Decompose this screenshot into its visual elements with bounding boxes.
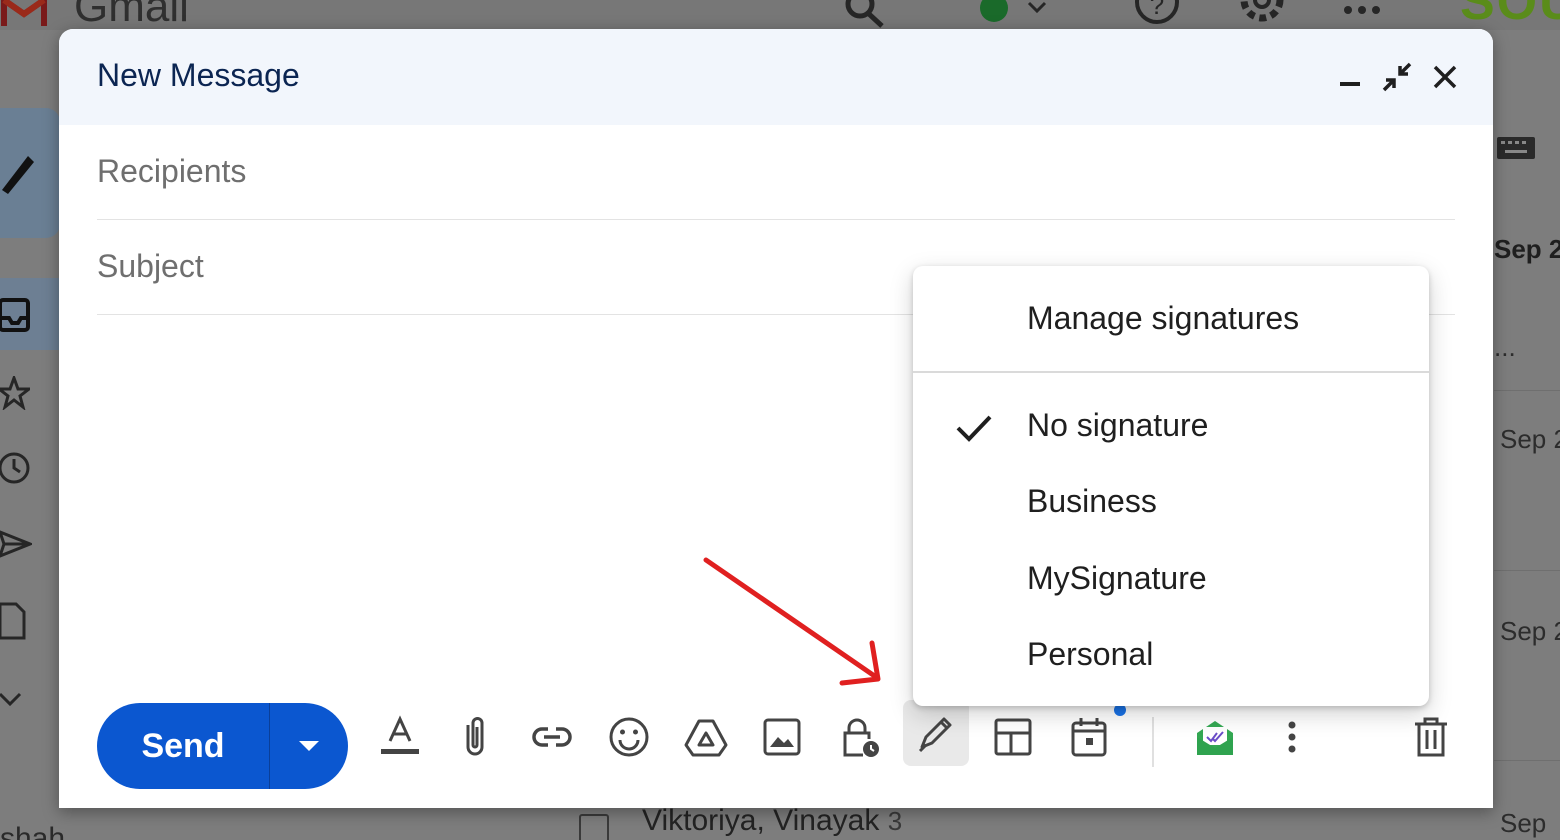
mailtrack-button[interactable] — [1185, 705, 1245, 769]
insert-emoji-button[interactable] — [599, 705, 659, 769]
formatting-options-icon — [381, 715, 419, 754]
layouts-icon — [994, 718, 1032, 756]
send-icon[interactable] — [0, 528, 32, 560]
emoji-icon — [609, 717, 649, 757]
compose-header: New Message — [59, 29, 1493, 125]
brand-logo: SOU — [1460, 0, 1560, 31]
signature-option-mysignature[interactable]: MySignature — [913, 544, 1429, 614]
compose-toolbar: Send — [59, 697, 1493, 797]
drafts-icon[interactable] — [0, 602, 28, 640]
row-sender: Viktoriya, Vinayak 3 — [642, 804, 902, 838]
close-icon — [1433, 65, 1457, 89]
compose-title: New Message — [97, 57, 300, 93]
exit-fullscreen-icon — [1382, 62, 1412, 92]
snippet-ellipsis: ... — [1494, 332, 1516, 362]
manage-signatures-item[interactable]: Manage signatures — [913, 284, 1429, 354]
exit-fullscreen-button[interactable] — [1375, 55, 1419, 99]
apps-grid-icon[interactable] — [1340, 0, 1384, 28]
layouts-button[interactable] — [983, 705, 1043, 769]
star-icon[interactable] — [0, 376, 30, 410]
attach-file-icon — [466, 717, 484, 756]
clock-icon[interactable] — [0, 450, 32, 486]
status-dot-icon[interactable] — [980, 0, 1008, 22]
insert-photo-icon — [763, 718, 801, 756]
send-button-group: Send — [97, 703, 348, 789]
gmail-left-rail — [0, 100, 60, 840]
confidential-mode-button[interactable] — [829, 705, 889, 769]
thread-count: 3 — [887, 806, 903, 836]
row-divider — [1494, 390, 1560, 391]
discard-draft-button[interactable] — [1401, 705, 1461, 769]
close-button[interactable] — [1423, 55, 1467, 99]
compose-pencil-icon[interactable] — [0, 150, 36, 196]
discard-draft-icon — [1415, 717, 1447, 757]
menu-item-label: MySignature — [1027, 560, 1207, 596]
more-options-button[interactable] — [1262, 705, 1322, 769]
date-label: Sep 2 — [1494, 234, 1560, 264]
menu-item-label: Personal — [1027, 636, 1154, 672]
inbox-icon[interactable] — [0, 298, 30, 332]
keyboard-icon[interactable] — [1496, 134, 1538, 162]
row-checkbox[interactable] — [579, 814, 609, 840]
toolbar-divider — [1152, 717, 1154, 767]
attach-file-button[interactable] — [445, 705, 505, 769]
gmail-message-list-edge: Sep 2 ... Sep 2 Sep 2 — [1494, 60, 1560, 840]
mailtrack-icon — [1197, 721, 1233, 755]
annotation-arrow-icon — [703, 557, 881, 686]
row-divider — [1494, 760, 1560, 761]
row-divider — [1494, 570, 1560, 571]
schedule-event-button[interactable] — [1059, 705, 1119, 769]
date-label: Sep 2 — [1500, 616, 1560, 646]
confidential-mode-icon — [843, 718, 879, 757]
date-label: Sep — [1500, 808, 1547, 838]
google-drive-icon — [684, 719, 728, 757]
truncated-text: shah — [0, 822, 66, 840]
signature-option-personal[interactable]: Personal — [913, 620, 1429, 690]
menu-item-label: Manage signatures — [1027, 300, 1300, 336]
recipients-input[interactable] — [97, 151, 1455, 191]
minimize-button[interactable] — [1328, 55, 1372, 99]
signature-icon — [918, 717, 952, 753]
signature-menu: Manage signatures No signature Business … — [913, 266, 1429, 706]
insert-signature-button[interactable] — [903, 700, 969, 766]
signature-option-business[interactable]: Business — [913, 467, 1429, 537]
minimize-icon — [1340, 82, 1360, 86]
menu-item-label: No signature — [1027, 407, 1209, 443]
help-icon[interactable]: ? — [1132, 0, 1182, 28]
date-label: Sep 2 — [1500, 424, 1560, 454]
menu-item-label: Business — [1027, 483, 1157, 519]
formatting-options-button[interactable] — [370, 705, 430, 769]
recipients-field[interactable] — [97, 125, 1455, 220]
more-chevron-icon[interactable] — [0, 690, 26, 710]
checkmark-icon — [956, 415, 992, 442]
chevron-down-icon[interactable] — [1026, 0, 1048, 18]
gmail-bottom-row: shah Viktoriya, Vinayak 3 Sep — [0, 804, 1560, 840]
more-options-icon — [1288, 721, 1296, 753]
schedule-event-icon — [1071, 718, 1107, 757]
menu-divider — [913, 371, 1429, 373]
insert-link-icon — [532, 727, 572, 747]
svg-text:?: ? — [1150, 0, 1164, 20]
insert-drive-button[interactable] — [676, 705, 736, 769]
send-button[interactable]: Send — [97, 703, 270, 789]
send-options-button[interactable] — [270, 703, 348, 789]
insert-photo-button[interactable] — [752, 705, 812, 769]
signature-option-no-signature[interactable]: No signature — [913, 391, 1429, 461]
settings-gear-icon[interactable] — [1238, 0, 1286, 26]
dropdown-arrow-icon — [299, 741, 319, 751]
sender-names: Viktoriya, Vinayak — [642, 804, 880, 837]
insert-link-button[interactable] — [522, 705, 582, 769]
